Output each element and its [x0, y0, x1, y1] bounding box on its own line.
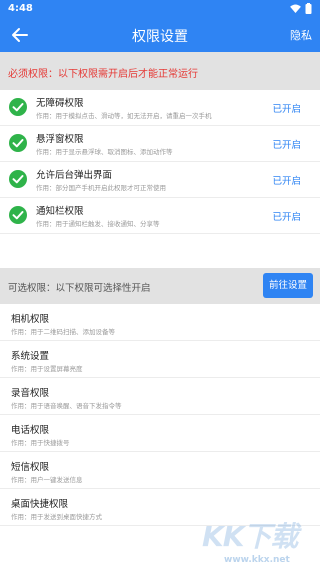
permission-status[interactable]: 已开启 — [272, 209, 301, 223]
page-title: 权限设置 — [132, 29, 188, 45]
permission-desc: 作用：用于发送到桌面快捷方式 — [11, 513, 102, 521]
permission-name: 短信权限 — [11, 462, 50, 473]
required-banner-text: 必须权限：以下权限需开启后才能正常运行 — [8, 69, 198, 80]
permission-desc: 作用：用于语音唤醒、语音下发指令等 — [11, 402, 122, 410]
goto-settings-button[interactable]: 前往设置 — [263, 273, 313, 298]
permission-status[interactable]: 已开启 — [272, 101, 301, 115]
wifi-icon — [290, 4, 301, 13]
permission-desc: 作用：用于设置屏幕亮度 — [11, 365, 83, 373]
permission-item-notification[interactable]: 通知栏权限 作用：用于通知栏触发、接收通知、分享等 已开启 — [0, 198, 320, 234]
watermark-url: www.kkx.net — [224, 555, 290, 565]
permission-name: 录音权限 — [11, 388, 50, 399]
permission-name: 通知栏权限 — [36, 206, 84, 217]
privacy-button[interactable]: 隐私 — [290, 27, 312, 43]
permission-item-phone[interactable]: 电话权限 作用：用于快捷拨号 — [0, 415, 320, 452]
permission-name: 相机权限 — [11, 314, 50, 325]
watermark-brand: KK下载 — [202, 520, 298, 553]
status-icons — [290, 3, 312, 14]
optional-banner-text: 可选权限：以下权限可选择性开启 — [8, 283, 151, 294]
permission-item-sms[interactable]: 短信权限 作用：用户一键发送信息 — [0, 452, 320, 489]
permission-desc: 作用：用于二维码扫描、添加设备等 — [11, 328, 115, 336]
app-bar: 权限设置 隐私 — [0, 18, 320, 52]
permission-desc: 作用：部分国产手机开启此权限才可正常使用 — [36, 184, 166, 192]
permission-name: 系统设置 — [11, 351, 50, 362]
watermark: KK下载 www.kkx.net — [196, 515, 320, 570]
permission-desc: 作用：用于显示悬浮球、取消图标、添加动作等 — [36, 148, 173, 156]
check-circle-icon — [9, 170, 27, 188]
check-circle-icon — [9, 206, 27, 224]
permission-name: 电话权限 — [11, 425, 50, 436]
permission-desc: 作用：用于通知栏触发、接收通知、分享等 — [36, 220, 160, 228]
battery-icon — [305, 3, 312, 14]
permission-status[interactable]: 已开启 — [272, 137, 301, 151]
permission-item-camera[interactable]: 相机权限 作用：用于二维码扫描、添加设备等 — [0, 304, 320, 341]
permission-name: 桌面快捷权限 — [11, 499, 69, 510]
permission-desc: 作用：用于快捷拨号 — [11, 439, 70, 447]
status-time: 4:48 — [8, 3, 33, 14]
optional-permission-list: 相机权限 作用：用于二维码扫描、添加设备等 系统设置 作用：用于设置屏幕亮度 录… — [0, 304, 320, 526]
permission-item-record-audio[interactable]: 录音权限 作用：用于语音唤醒、语音下发指令等 — [0, 378, 320, 415]
optional-permissions-banner: 可选权限：以下权限可选择性开启 前往设置 — [0, 268, 320, 304]
permission-desc: 作用：用于模拟点击、滑动等，如无法开启，请重启一次手机 — [36, 112, 212, 120]
permission-desc: 作用：用户一键发送信息 — [11, 476, 83, 484]
permission-status[interactable]: 已开启 — [272, 173, 301, 187]
permission-name: 无障碍权限 — [36, 98, 84, 109]
check-circle-icon — [9, 98, 27, 116]
permission-name: 允许后台弹出界面 — [36, 170, 113, 181]
permission-item-system-settings[interactable]: 系统设置 作用：用于设置屏幕亮度 — [0, 341, 320, 378]
check-circle-icon — [9, 134, 27, 152]
status-bar: 4:48 — [0, 0, 320, 18]
permission-item-overlay[interactable]: 悬浮窗权限 作用：用于显示悬浮球、取消图标、添加动作等 已开启 — [0, 126, 320, 162]
permission-item-background-popup[interactable]: 允许后台弹出界面 作用：部分国产手机开启此权限才可正常使用 已开启 — [0, 162, 320, 198]
permission-name: 悬浮窗权限 — [36, 134, 84, 145]
required-permission-list: 无障碍权限 作用：用于模拟点击、滑动等，如无法开启，请重启一次手机 已开启 悬浮… — [0, 90, 320, 234]
permission-item-accessibility[interactable]: 无障碍权限 作用：用于模拟点击、滑动等，如无法开启，请重启一次手机 已开启 — [0, 90, 320, 126]
required-permissions-banner: 必须权限：以下权限需开启后才能正常运行 — [0, 52, 320, 90]
